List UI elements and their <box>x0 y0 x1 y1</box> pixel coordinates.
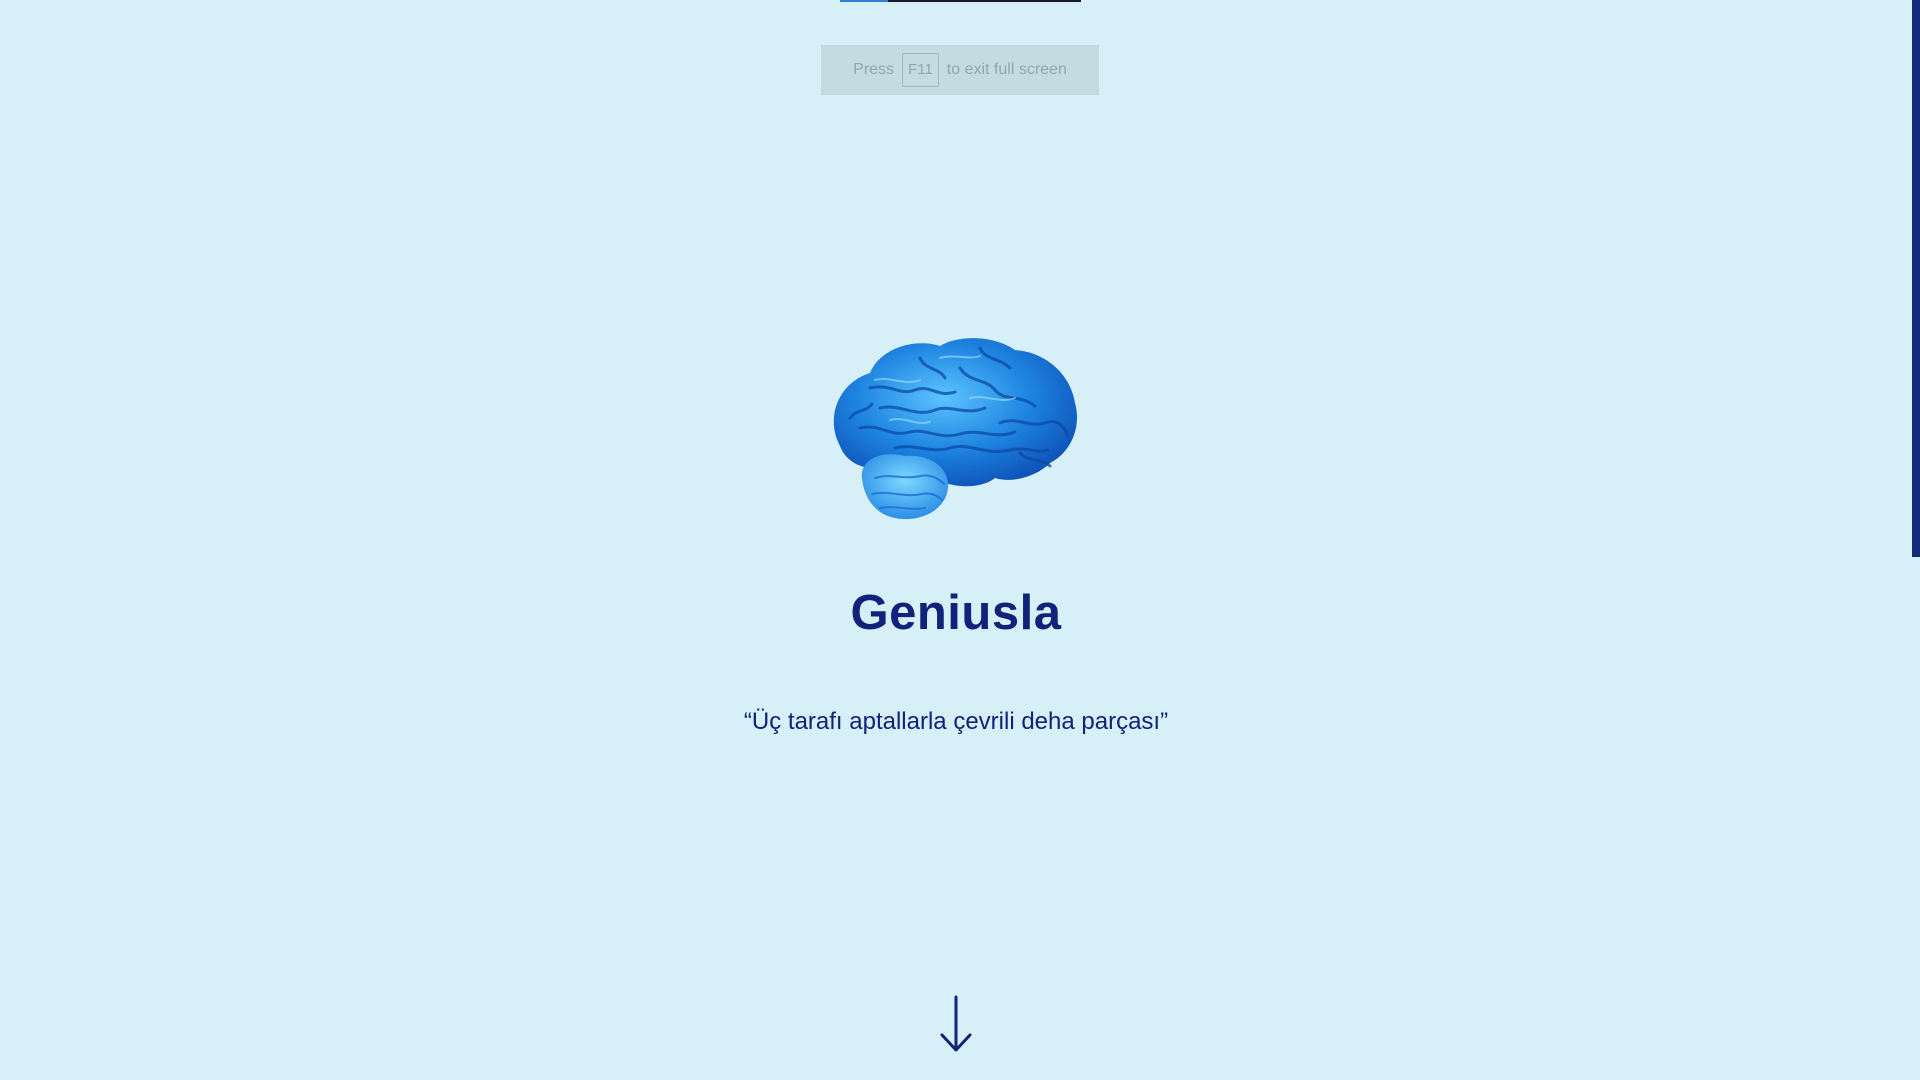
tagline-quote: “Üç tarafı aptallarla çevrili deha parça… <box>743 708 1169 735</box>
fullscreen-hint-suffix: to exit full screen <box>946 61 1067 78</box>
f11-key: F11 <box>902 53 939 87</box>
scrollbar-thumb[interactable] <box>1912 0 1920 557</box>
arrow-down-icon[interactable] <box>938 995 974 1055</box>
page-title: Geniusla <box>850 586 1062 640</box>
top-progress-accent <box>840 0 888 2</box>
fullscreen-hint-press: Press <box>853 61 895 78</box>
brain-icon <box>820 328 1090 538</box>
scrollbar[interactable] <box>1912 0 1920 1080</box>
fullscreen-hint: Press F11 to exit full screen <box>821 45 1099 95</box>
landing-page: Press F11 to exit full screen Geniusla “… <box>0 0 1920 1080</box>
